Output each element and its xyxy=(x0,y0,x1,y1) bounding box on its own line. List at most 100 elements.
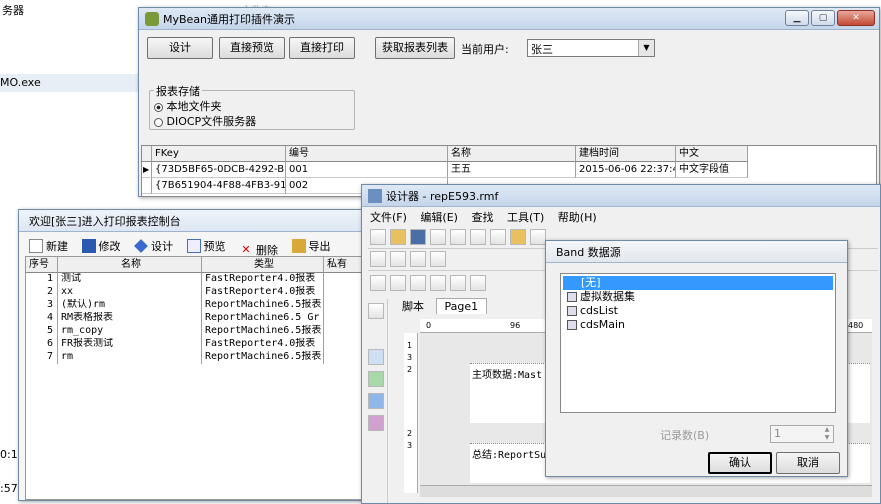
direct-preview-button[interactable]: 直接预览 xyxy=(219,37,285,59)
table-cell[interactable]: 4 xyxy=(26,312,58,325)
grid-header-fkey[interactable]: FKey xyxy=(152,146,286,162)
table-cell[interactable]: rm xyxy=(58,351,202,364)
table-cell[interactable] xyxy=(324,351,366,364)
main-titlebar[interactable]: MyBean通用打印插件演示 ▁ ▢ ✕ xyxy=(139,8,879,30)
console-header-private[interactable]: 私有 xyxy=(324,257,366,273)
table-cell[interactable]: 5 xyxy=(26,325,58,338)
table-cell[interactable]: 王五 xyxy=(448,162,576,178)
table-cell[interactable]: 2 xyxy=(26,286,58,299)
radio-selected-icon[interactable] xyxy=(154,102,163,112)
table-cell[interactable]: FastReporter4.0报表 xyxy=(202,286,324,299)
cut-icon[interactable] xyxy=(470,229,486,245)
tab-page1[interactable]: Page1 xyxy=(435,298,488,314)
console-preview-button[interactable]: 预览 xyxy=(186,238,226,254)
horizontal-scrollbar[interactable] xyxy=(420,485,872,497)
export-button[interactable]: 导出 xyxy=(291,238,331,254)
shape-object-icon[interactable] xyxy=(368,393,384,409)
font-color-icon[interactable] xyxy=(470,275,486,291)
table-cell[interactable] xyxy=(324,338,366,351)
row-indicator[interactable] xyxy=(142,178,152,194)
table-cell[interactable]: FastReporter4.0报表 xyxy=(202,338,324,351)
border-bottom-icon[interactable] xyxy=(430,275,446,291)
menu-help[interactable]: 帮助(H) xyxy=(558,211,597,224)
menu-find[interactable]: 查找 xyxy=(471,211,493,224)
grid-header-chinese[interactable]: 中文 xyxy=(676,146,748,162)
row-indicator-icon[interactable]: ▶ xyxy=(142,162,152,178)
new-icon[interactable] xyxy=(370,229,386,245)
spin-up-icon[interactable]: ▲ xyxy=(821,426,833,434)
border-right-icon[interactable] xyxy=(410,275,426,291)
confirm-button[interactable]: 确认 xyxy=(708,452,772,474)
list-item[interactable]: 虚拟数据集 xyxy=(563,290,833,304)
list-item[interactable]: [无] xyxy=(563,276,833,290)
frame-top-icon[interactable] xyxy=(430,251,446,267)
table-cell[interactable]: RM表格报表 xyxy=(58,312,202,325)
preview-icon[interactable] xyxy=(450,229,466,245)
console-header-name[interactable]: 名称 xyxy=(58,257,202,273)
table-cell[interactable]: ReportMachine6.5 Gr xyxy=(202,312,324,325)
list-item[interactable]: cdsList xyxy=(563,304,833,318)
designer-titlebar[interactable]: 设计器 - repE593.rmf xyxy=(362,185,880,207)
table-cell[interactable]: {7B651904-4F88-4FB3-9149-6 xyxy=(152,178,286,194)
close-button[interactable]: ✕ xyxy=(837,10,875,26)
save-icon[interactable] xyxy=(410,229,426,245)
table-cell[interactable] xyxy=(324,312,366,325)
table-cell[interactable]: 001 xyxy=(286,162,448,178)
fill-icon[interactable] xyxy=(450,275,466,291)
table-cell[interactable]: 中文字段值 xyxy=(676,162,748,178)
console-header-index[interactable]: 序号 xyxy=(26,257,58,273)
frame-right-icon[interactable] xyxy=(410,251,426,267)
new-button[interactable]: 新建 xyxy=(29,238,68,254)
minimize-button[interactable]: ▁ xyxy=(785,10,809,26)
table-cell[interactable]: rm_copy xyxy=(58,325,202,338)
maximize-button[interactable]: ▢ xyxy=(811,10,835,26)
table-cell[interactable] xyxy=(324,273,366,286)
record-count-input[interactable]: 1 ▲ ▼ xyxy=(770,425,834,443)
open-icon[interactable] xyxy=(390,229,406,245)
console-header-type[interactable]: 类型 xyxy=(202,257,324,273)
list-item[interactable]: cdsMain xyxy=(563,318,833,332)
table-cell[interactable]: 3 xyxy=(26,299,58,312)
radio-icon[interactable] xyxy=(154,117,163,127)
frame-icon[interactable] xyxy=(370,251,386,267)
chart-object-icon[interactable] xyxy=(368,415,384,431)
datasource-list[interactable]: [无] 虚拟数据集 cdsList cdsMain xyxy=(560,273,836,413)
table-cell[interactable]: FR报表测试 xyxy=(58,338,202,351)
menu-file[interactable]: 文件(F) xyxy=(370,211,407,224)
tab-script[interactable]: 脚本 xyxy=(394,297,432,315)
paste-icon[interactable] xyxy=(510,229,526,245)
table-cell[interactable]: xx xyxy=(58,286,202,299)
table-cell[interactable]: 2015-06-06 22:37:44 xyxy=(576,162,676,178)
border-left-icon[interactable] xyxy=(390,275,406,291)
storage-option-local[interactable]: 本地文件夹 xyxy=(154,98,222,114)
copy-icon[interactable] xyxy=(490,229,506,245)
table-cell[interactable]: 7 xyxy=(26,351,58,364)
table-cell[interactable] xyxy=(324,299,366,312)
print-icon[interactable] xyxy=(430,229,446,245)
table-cell[interactable] xyxy=(324,325,366,338)
get-report-list-button[interactable]: 获取报表列表 xyxy=(375,37,455,59)
grid-header-time[interactable]: 建档时间 xyxy=(576,146,676,162)
frame-left-icon[interactable] xyxy=(390,251,406,267)
console-design-button[interactable]: 设计 xyxy=(134,238,173,254)
menu-edit[interactable]: 编辑(E) xyxy=(420,211,458,224)
direct-print-button[interactable]: 直接打印 xyxy=(289,37,355,59)
table-cell[interactable]: (默认)rm xyxy=(58,299,202,312)
table-cell[interactable]: 测试 xyxy=(58,273,202,286)
menu-tools[interactable]: 工具(T) xyxy=(507,211,544,224)
pointer-icon[interactable] xyxy=(368,303,384,319)
grid-header-code[interactable]: 编号 xyxy=(286,146,448,162)
border-icon[interactable] xyxy=(370,275,386,291)
table-cell[interactable]: 1 xyxy=(26,273,58,286)
spin-down-icon[interactable]: ▼ xyxy=(821,434,833,442)
grid-header-name[interactable]: 名称 xyxy=(448,146,576,162)
design-button[interactable]: 设计 xyxy=(147,37,213,59)
table-cell[interactable]: ReportMachine6.5报表 xyxy=(202,325,324,338)
table-cell[interactable]: 6 xyxy=(26,338,58,351)
band-dialog-titlebar[interactable]: Band 数据源 xyxy=(546,241,847,263)
console-titlebar[interactable]: 欢迎[张三]进入打印报表控制台 xyxy=(19,210,365,232)
current-user-select[interactable]: 张三 ▼ xyxy=(527,39,655,57)
table-cell[interactable]: ReportMachine6.5报表 xyxy=(202,299,324,312)
cancel-button[interactable]: 取消 xyxy=(776,452,840,474)
storage-option-diocp[interactable]: DIOCP文件服务器 xyxy=(154,113,256,129)
